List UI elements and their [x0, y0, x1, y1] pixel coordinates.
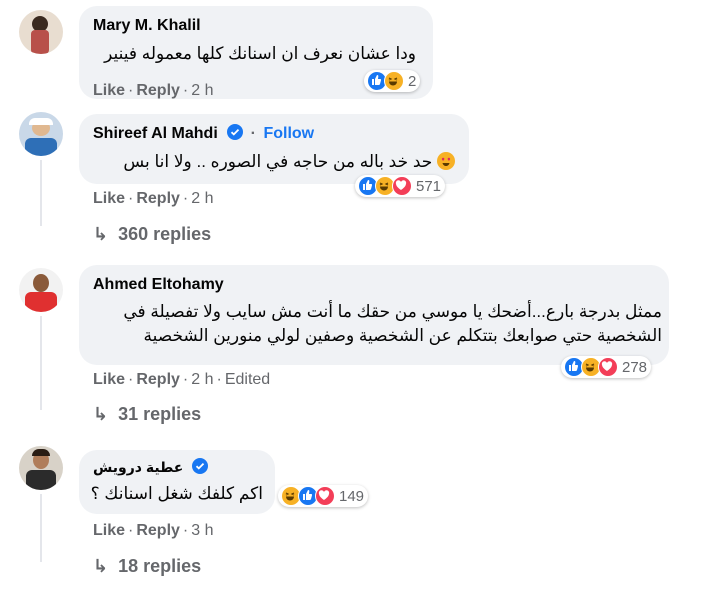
follow-button[interactable]: Follow: [263, 125, 314, 142]
comment-author: Shireef Al Mahdi · Follow: [93, 124, 315, 142]
edited-label: Edited: [224, 371, 271, 388]
timestamp[interactable]: 3 h: [191, 522, 213, 539]
comment-actions: Like · Reply · 3 h: [93, 522, 214, 539]
like-link[interactable]: Like: [93, 522, 125, 539]
love-reaction-icon: [392, 176, 412, 196]
verified-badge-icon: [227, 124, 244, 140]
avatar[interactable]: [19, 268, 63, 312]
reaction-count: 149: [339, 487, 365, 505]
reaction-summary[interactable]: 278: [561, 356, 652, 378]
reply-link[interactable]: Reply: [136, 190, 180, 207]
like-link[interactable]: Like: [93, 190, 125, 207]
comment-actions: Like · Reply · 2 h · Edited: [93, 371, 271, 388]
view-replies-link[interactable]: ↳ 18 replies: [93, 556, 201, 577]
view-replies-link[interactable]: ↳ 360 replies: [93, 224, 211, 245]
reply-link[interactable]: Reply: [136, 82, 180, 99]
reply-arrow-icon: ↳: [93, 224, 109, 244]
avatar[interactable]: [19, 112, 63, 156]
comment-author: عطية درويش: [93, 458, 209, 476]
thread-line: [40, 160, 42, 226]
comment-text: ودا عشان نعرف ان اسنانك كلها معموله فيني…: [104, 44, 416, 63]
view-replies-link[interactable]: ↳ 31 replies: [93, 404, 201, 425]
comment-author[interactable]: Mary M. Khalil: [93, 17, 201, 35]
comment-actions: Like · Reply · 2 h: [93, 190, 214, 207]
comment-text: حد خد باله من حاجه في الصوره .. ولا انا …: [123, 152, 455, 172]
reaction-count: 278: [622, 358, 648, 376]
haha-reaction-icon: [384, 71, 404, 91]
reaction-summary[interactable]: 149: [278, 485, 369, 507]
love-reaction-icon: [315, 486, 335, 506]
comment-text: اكم كلفك شغل اسنانك ؟: [90, 484, 263, 503]
avatar[interactable]: [19, 10, 63, 54]
thread-line: [40, 316, 42, 410]
reaction-summary[interactable]: 571: [355, 175, 446, 197]
comment-author[interactable]: Ahmed Eltohamy: [93, 276, 224, 294]
timestamp[interactable]: 2 h: [191, 190, 213, 207]
love-reaction-icon: [598, 357, 618, 377]
comment-actions: Like · Reply · 2 h: [93, 82, 214, 99]
like-link[interactable]: Like: [93, 371, 125, 388]
reply-link[interactable]: Reply: [136, 371, 180, 388]
comment-text: ممثل بدرجة بارع...أضحك يا موسي من حقك ما…: [123, 302, 662, 321]
reply-arrow-icon: ↳: [93, 556, 109, 576]
timestamp[interactable]: 2 h: [191, 371, 213, 388]
comment-text: الشخصية حتي صوابعك بتتكلم عن الشخصية وصف…: [143, 326, 662, 345]
reply-arrow-icon: ↳: [93, 404, 109, 424]
timestamp[interactable]: 2 h: [191, 82, 213, 99]
reaction-summary[interactable]: 2: [364, 70, 421, 92]
heart-eyes-emoji-icon: [437, 152, 455, 170]
like-link[interactable]: Like: [93, 82, 125, 99]
thread-line: [40, 494, 42, 562]
reaction-count: 571: [416, 177, 442, 195]
verified-badge-icon: [192, 458, 209, 474]
avatar[interactable]: [19, 446, 63, 490]
reaction-count: 2: [408, 72, 417, 90]
reply-link[interactable]: Reply: [136, 522, 180, 539]
